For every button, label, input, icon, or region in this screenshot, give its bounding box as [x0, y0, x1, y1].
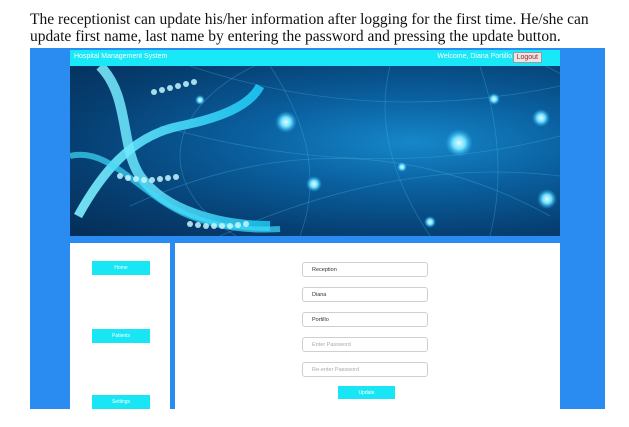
- password-field[interactable]: [302, 337, 428, 352]
- app-title: Hospital Management System: [74, 53, 168, 60]
- sidebar-item-patients[interactable]: Patients: [92, 329, 150, 343]
- confirm-password-field[interactable]: [302, 362, 428, 377]
- welcome-text: Welcome, Diana Portillo: [437, 53, 512, 60]
- top-bar: Hospital Management System Welcome, Dian…: [70, 50, 560, 66]
- sidebar-item-home[interactable]: Home: [92, 261, 150, 275]
- role-field[interactable]: [302, 262, 428, 277]
- sidebar: Home Patients Settings: [70, 243, 170, 409]
- update-form: Update: [175, 243, 560, 409]
- caption-text: The receptionist can update his/her info…: [30, 11, 589, 45]
- update-button[interactable]: Update: [338, 386, 395, 399]
- logout-button[interactable]: Logout: [512, 52, 542, 63]
- app-window: Hospital Management System Welcome, Dian…: [30, 48, 605, 409]
- last-name-field[interactable]: [302, 312, 428, 327]
- dna-illustration: [70, 66, 560, 236]
- first-name-field[interactable]: [302, 287, 428, 302]
- dna-banner-image: [70, 66, 560, 236]
- sidebar-item-settings[interactable]: Settings: [92, 395, 150, 409]
